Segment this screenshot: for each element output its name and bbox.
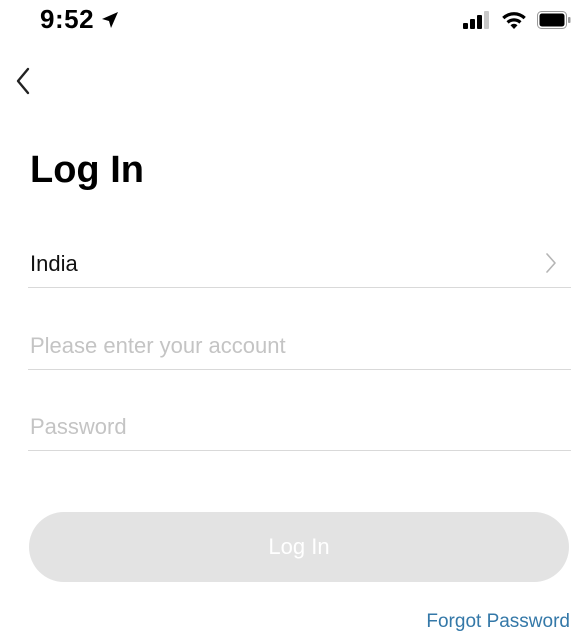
page-title: Log In	[30, 149, 144, 191]
country-selector[interactable]: India	[28, 240, 571, 288]
password-field-container	[28, 403, 571, 451]
account-input[interactable]	[28, 322, 571, 369]
battery-icon	[537, 11, 571, 29]
cellular-signal-icon	[463, 11, 491, 29]
password-input[interactable]	[28, 403, 571, 450]
forgot-password-link[interactable]: Forgot Password	[426, 611, 570, 633]
country-value: India	[30, 250, 78, 276]
status-time-text: 9:52	[40, 4, 95, 34]
wifi-icon	[501, 10, 527, 30]
status-bar-indicators	[463, 10, 571, 30]
chevron-left-icon	[14, 66, 32, 101]
login-button[interactable]: Log In	[29, 512, 569, 582]
status-bar-time: 9:52	[40, 4, 120, 35]
location-arrow-icon	[100, 10, 120, 30]
back-button[interactable]	[6, 66, 40, 100]
chevron-right-icon	[545, 252, 557, 279]
account-field-container	[28, 322, 571, 370]
